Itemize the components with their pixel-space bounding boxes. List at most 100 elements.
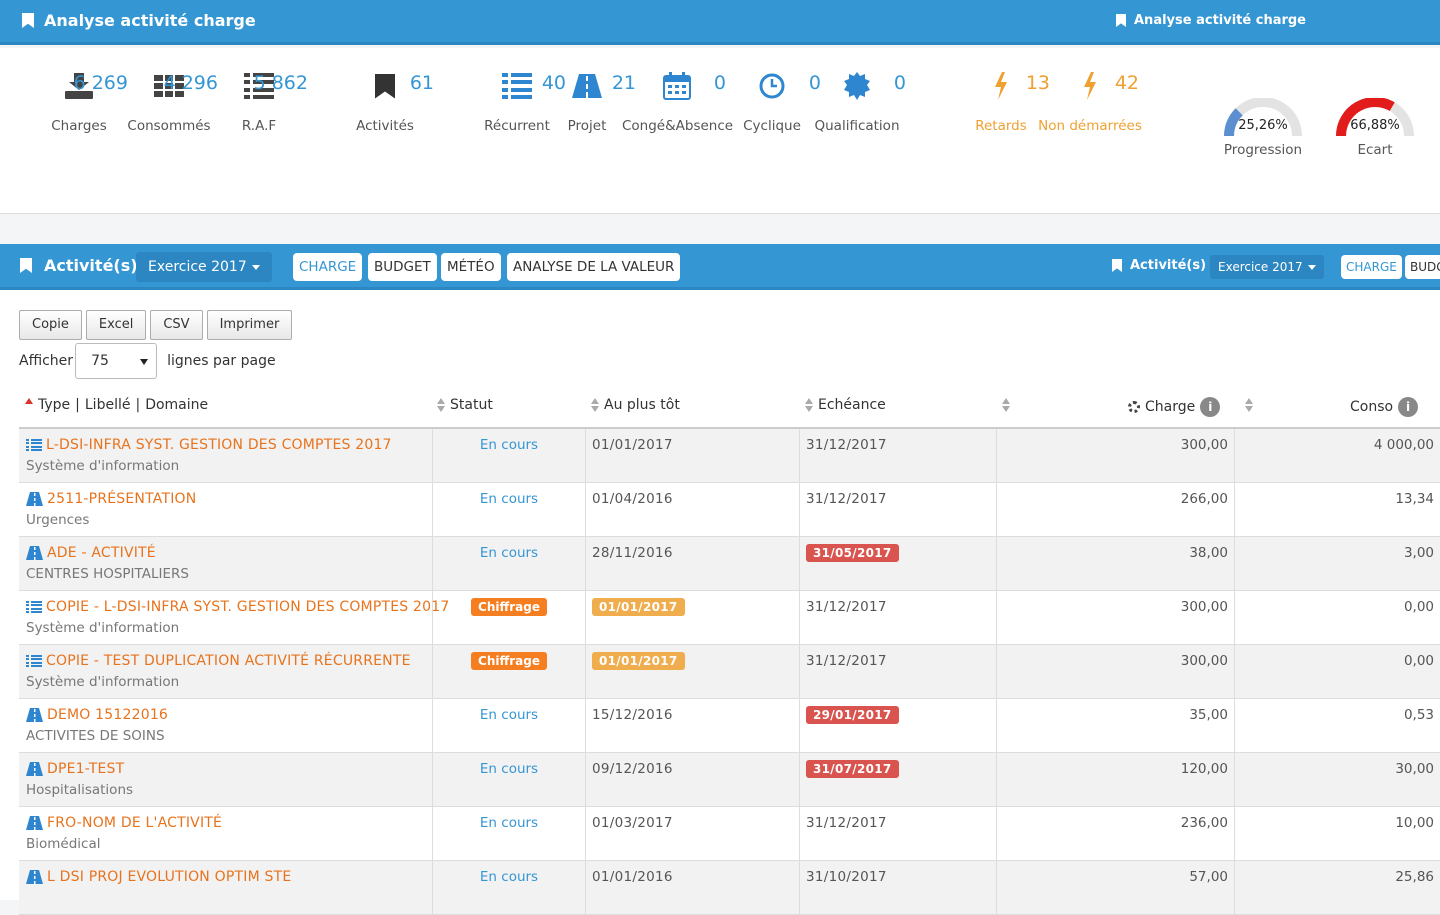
caret-down-icon (140, 359, 149, 365)
list-icon (502, 73, 532, 99)
table-row[interactable]: DPE1-TEST Hospitalisations En cours 09/1… (19, 753, 1440, 807)
date-start: 01/01/2017 (592, 652, 685, 670)
activity-domain: CENTRES HOSPITALIERS (26, 566, 189, 582)
sort-icon (591, 397, 599, 413)
page-length-select[interactable]: 75 (75, 343, 158, 379)
table-row[interactable]: L-DSI-INFRA SYST. GESTION DES COMPTES 20… (19, 429, 1440, 483)
date-due: 31/12/2017 (806, 437, 887, 453)
table-row[interactable]: FRO-NOM DE L'ACTIVITÉ Biomédical En cour… (19, 807, 1440, 861)
charge-value: 266,00 (1180, 491, 1228, 507)
table-row[interactable]: L DSI PROJ EVOLUTION OPTIM STE En cours … (19, 861, 1440, 915)
activity-link[interactable]: ADE - ACTIVITÉ (26, 545, 156, 561)
table-row[interactable]: ADE - ACTIVITÉ CENTRES HOSPITALIERS En c… (19, 537, 1440, 591)
cell-echeance: 29/01/2017 (800, 699, 997, 753)
sort-icon (1002, 397, 1010, 413)
activity-title: COPIE - TEST DUPLICATION ACTIVITÉ RÉCURR… (46, 653, 411, 669)
cell-charge: 300,00 (997, 591, 1235, 645)
cell-au-plus-tot: 01/01/2016 (586, 861, 800, 915)
tab-budget-right[interactable]: BUDG (1405, 255, 1440, 279)
stat-raf[interactable]: 5 862 R.A.F (204, 48, 314, 134)
cell-echeance: 31/07/2017 (800, 753, 997, 807)
activity-link[interactable]: COPIE - TEST DUPLICATION ACTIVITÉ RÉCURR… (26, 653, 411, 669)
column-header-charge[interactable]: Charge i (1128, 397, 1221, 417)
column-header-statut[interactable]: Statut (437, 397, 493, 413)
stat-qualification[interactable]: 0 Qualification (802, 48, 912, 134)
caret-down-icon (251, 264, 260, 270)
cell-au-plus-tot: 01/01/2017 (586, 645, 800, 699)
stat-conge-absence[interactable]: 0 Congé&Absence (622, 48, 733, 134)
activity-title: COPIE - L-DSI-INFRA SYST. GESTION DES CO… (46, 599, 450, 615)
length-prefix: Afficher (19, 353, 74, 369)
stat-non-demarrees[interactable]: 42 Non démarrées (1035, 48, 1145, 134)
column-header-sort[interactable] (1002, 397, 1010, 413)
date-due: 31/10/2017 (806, 869, 887, 885)
activity-link[interactable]: L DSI PROJ EVOLUTION OPTIM STE (26, 869, 291, 885)
stat-label: Qualification (814, 118, 900, 134)
activity-title: 2511-PRÉSENTATION (47, 491, 197, 507)
certificate-icon (844, 72, 870, 100)
excel-button[interactable]: Excel (85, 310, 147, 340)
sort-icon (1245, 397, 1253, 413)
activities-title-right-text: Activité(s) (1130, 258, 1207, 273)
tab-charge-right[interactable]: CHARGE (1341, 255, 1402, 279)
stat-activites[interactable]: 61 Activités (330, 48, 440, 134)
cell-charge: 120,00 (997, 753, 1235, 807)
date-start: 15/12/2016 (592, 707, 673, 723)
calendar-icon (663, 72, 691, 100)
exercise-dropdown-right[interactable]: Exercice 2017 (1210, 255, 1324, 279)
copy-button[interactable]: Copie (19, 310, 82, 340)
activity-domain: Système d'information (26, 620, 180, 636)
cell-conso: 13,34 (1235, 483, 1440, 537)
cell-charge: 57,00 (997, 861, 1235, 915)
tab-charge[interactable]: CHARGE (293, 253, 363, 281)
table-row[interactable]: DEMO 15122016 ACTIVITES DE SOINS En cour… (19, 699, 1440, 753)
column-header-echeance[interactable]: Echéance (805, 397, 886, 413)
print-button[interactable]: Imprimer (206, 310, 293, 340)
cell-type-libelle: COPIE - TEST DUPLICATION ACTIVITÉ RÉCURR… (19, 645, 433, 699)
table-body: L-DSI-INFRA SYST. GESTION DES COMPTES 20… (19, 429, 1440, 915)
cell-type-libelle: 2511-PRÉSENTATION Urgences (19, 483, 433, 537)
activity-link[interactable]: DEMO 15122016 (26, 707, 168, 723)
col-domaine: Domaine (145, 397, 209, 413)
activity-link[interactable]: 2511-PRÉSENTATION (26, 491, 196, 507)
column-header-type[interactable]: Type | Libellé | Domaine (25, 397, 208, 413)
info-icon[interactable]: i (1200, 397, 1221, 417)
col-au-plus-tot: Au plus tôt (604, 397, 680, 413)
activity-domain: Urgences (26, 512, 90, 528)
column-header-au-plus-tot[interactable]: Au plus tôt (591, 397, 680, 413)
export-buttons: Copie Excel CSV Imprimer (19, 310, 293, 340)
activity-link[interactable]: COPIE - L-DSI-INFRA SYST. GESTION DES CO… (26, 599, 449, 615)
info-icon[interactable]: i (1398, 397, 1419, 417)
activity-link[interactable]: DPE1-TEST (26, 761, 124, 777)
sort-icon (805, 397, 813, 413)
cell-type-libelle: ADE - ACTIVITÉ CENTRES HOSPITALIERS (19, 537, 433, 591)
table-row[interactable]: COPIE - L-DSI-INFRA SYST. GESTION DES CO… (19, 591, 1440, 645)
gauge-label: Progression (1223, 142, 1303, 158)
column-header-sort-2[interactable] (1245, 397, 1253, 413)
clock-icon (759, 73, 785, 99)
activity-link[interactable]: L-DSI-INFRA SYST. GESTION DES COMPTES 20… (26, 437, 392, 453)
road-icon (26, 870, 43, 884)
date-start: 01/03/2017 (592, 815, 673, 831)
cell-statut: En cours (433, 537, 586, 591)
tab-analyse-valeur[interactable]: ANALYSE DE LA VALEUR (507, 253, 681, 281)
tab-budget[interactable]: BUDGET (368, 253, 437, 281)
activity-link[interactable]: FRO-NOM DE L'ACTIVITÉ (26, 815, 222, 831)
gauge-value: 25,26% (1238, 118, 1288, 133)
cell-type-libelle: L DSI PROJ EVOLUTION OPTIM STE (19, 861, 433, 915)
caret-down-icon (1307, 265, 1316, 270)
cell-echeance: 31/12/2017 (800, 483, 997, 537)
date-badge: 29/01/2017 (806, 706, 899, 724)
exercise-dropdown[interactable]: Exercice 2017 (136, 252, 272, 282)
list-icon (26, 438, 42, 452)
cell-au-plus-tot: 01/01/2017 (586, 591, 800, 645)
tab-meteo[interactable]: MÉTÉO (441, 253, 501, 281)
table-row[interactable]: 2511-PRÉSENTATION Urgences En cours 01/0… (19, 483, 1440, 537)
activity-domain: ACTIVITES DE SOINS (26, 728, 165, 744)
csv-button[interactable]: CSV (150, 310, 203, 340)
status: En cours (479, 437, 539, 453)
table-row[interactable]: COPIE - TEST DUPLICATION ACTIVITÉ RÉCURR… (19, 645, 1440, 699)
column-header-conso[interactable]: Conso i (1350, 397, 1419, 417)
date-due: 31/07/2017 (806, 760, 899, 778)
bookmark-icon (1112, 259, 1122, 272)
